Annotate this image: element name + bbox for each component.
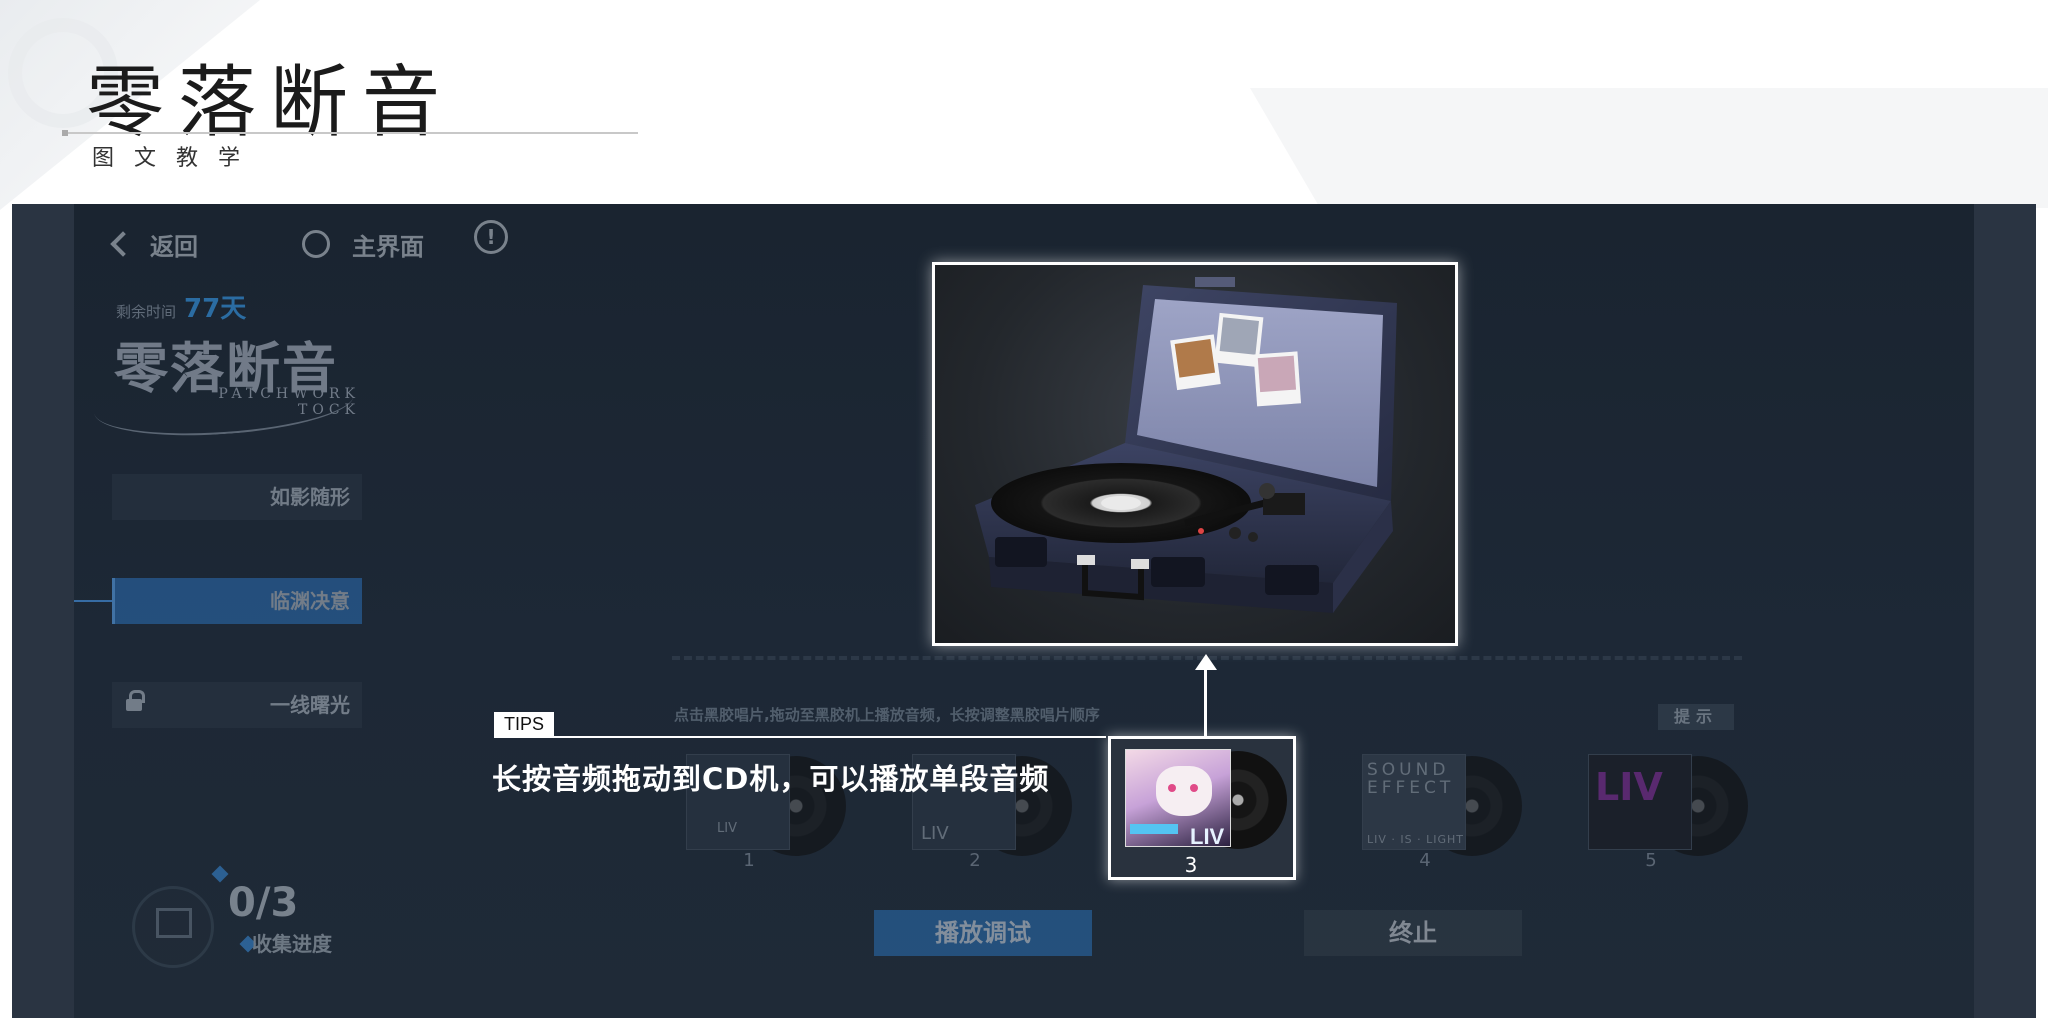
event-logo: 零落断音 PATCHWORK TOCK: [92, 324, 384, 443]
active-stage-indicator: [74, 600, 114, 602]
record-item-3[interactable]: LIV 3: [1108, 736, 1296, 880]
progress-label: 收集进度: [252, 932, 332, 956]
tips-underline: [494, 736, 1106, 738]
progress-value: 0/3: [228, 880, 299, 926]
record-sleeve: SOUND EFFECT LIV · IS · LIGHT: [1362, 754, 1466, 850]
character-portrait: [1156, 766, 1212, 816]
record-number: 5: [1645, 850, 1657, 871]
title-divider: [62, 130, 638, 136]
record-item-4[interactable]: SOUND EFFECT LIV · IS · LIGHT 4: [1362, 750, 1522, 871]
remaining-time: 剩余时间 77天: [116, 288, 246, 325]
instruction-hint: 点击黑胶唱片,拖动至黑胶机上播放音频，长按调整黑胶唱片顺序: [674, 706, 1100, 724]
cover-text: LIV: [1190, 824, 1225, 849]
portrait-eye: [1190, 784, 1198, 792]
portrait-eye: [1168, 784, 1176, 792]
home-label: 主界面: [352, 232, 424, 261]
diamond-icon: [211, 865, 229, 883]
back-button[interactable]: 返回: [108, 224, 198, 264]
cover-tag: [1130, 824, 1178, 834]
remaining-time-value: 77天: [184, 294, 247, 324]
info-icon[interactable]: !: [474, 220, 508, 254]
stage-button-3[interactable]: 一线曙光: [112, 682, 362, 728]
lock-icon: [126, 690, 145, 712]
event-logo-en-line2: TOCK: [298, 402, 360, 418]
stage-label-2: 临渊决意: [270, 589, 350, 613]
cover-text: LIV: [1595, 765, 1663, 809]
play-test-button[interactable]: 播放调试: [874, 910, 1092, 956]
record-number: 4: [1419, 850, 1431, 871]
collection-progress: 0/3 收集进度: [132, 865, 432, 976]
home-ring-icon: [302, 230, 330, 258]
record-sleeve: LIV: [1588, 754, 1692, 850]
cover-text: LIV: [921, 823, 949, 844]
remaining-time-label: 剩余时间: [116, 303, 177, 321]
hint-tag[interactable]: 提示: [1658, 704, 1734, 730]
slide-subtitle: 图文教学: [92, 146, 261, 171]
tips-text: 长按音频拖动到CD机，可以播放单段音频: [492, 762, 1050, 796]
record-item-5[interactable]: LIV 5: [1588, 750, 1748, 871]
pointer-line: [1204, 668, 1207, 738]
right-letterbox: [1974, 204, 2036, 1018]
stop-button[interactable]: 终止: [1304, 910, 1522, 956]
stage-button-1[interactable]: 如影随形: [112, 474, 362, 520]
record-number: 3: [1184, 853, 1198, 877]
cover-text: LIV: [717, 821, 737, 836]
record-sleeve: LIV: [1125, 749, 1231, 849]
record-number: 1: [743, 850, 755, 871]
chevron-left-icon: [110, 231, 136, 257]
stage-label-3: 一线曙光: [270, 693, 350, 717]
decorative-band: [1250, 88, 2048, 208]
left-letterbox: [12, 204, 74, 1018]
record-number: 2: [969, 850, 981, 871]
cover-text: SOUND EFFECT: [1367, 760, 1455, 798]
event-logo-en-line1: PATCHWORK: [218, 386, 360, 402]
stage-button-2[interactable]: 临渊决意: [112, 578, 362, 624]
slide-title: 零落断音: [86, 58, 455, 148]
tips-tag: TIPS: [494, 712, 555, 737]
back-label: 返回: [150, 232, 198, 261]
home-button[interactable]: 主界面: [302, 224, 424, 264]
record-player-illustration: [975, 277, 1397, 613]
turntable-image[interactable]: [932, 262, 1458, 646]
cover-subtext: LIV · IS · LIGHT: [1367, 833, 1464, 846]
box-icon: [156, 908, 192, 938]
event-logo-en: PATCHWORK TOCK: [218, 386, 360, 418]
